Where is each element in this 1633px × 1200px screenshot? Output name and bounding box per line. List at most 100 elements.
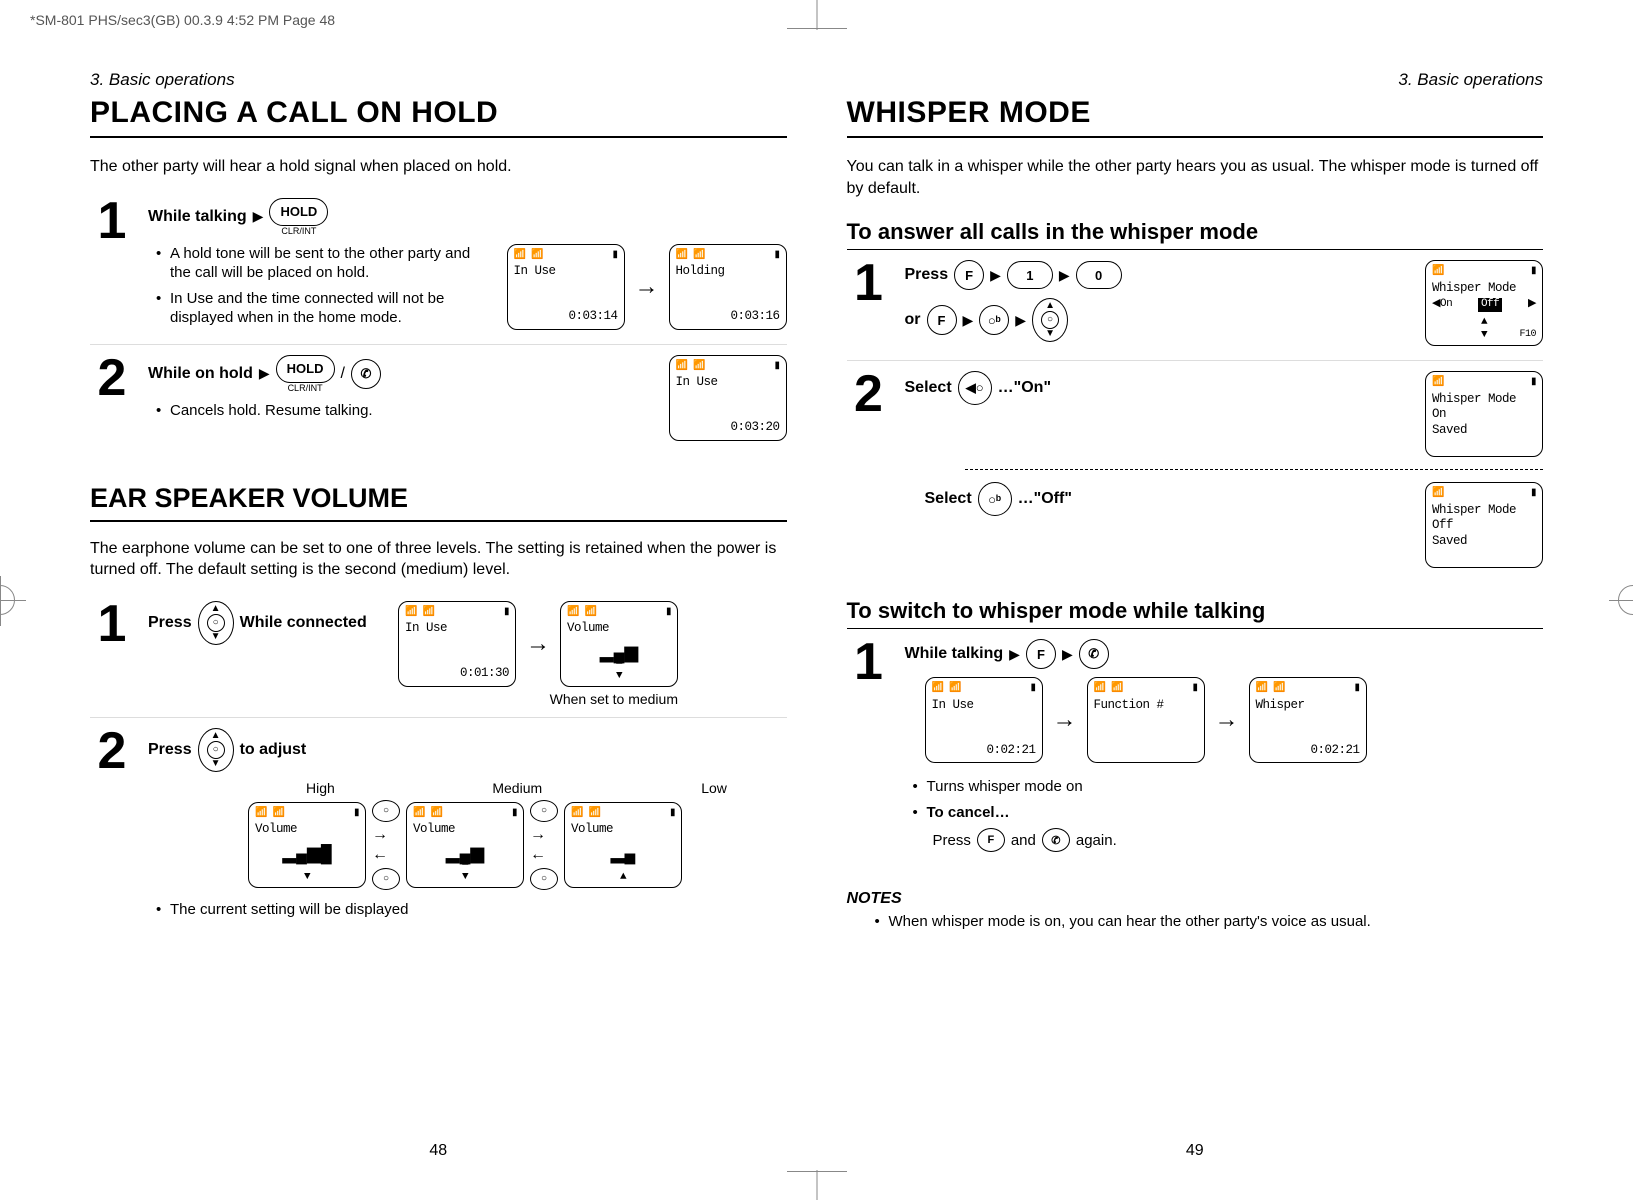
label-high: High [248,780,393,796]
step-number: 1 [847,639,891,686]
bullet: A hold tone will be sent to the other pa… [156,244,487,283]
notes-heading: NOTES [847,890,1544,908]
talk-step-1: 1 While talking ▶ F ▶ ✆ 📶 📶▮ In Use 0:02… [847,639,1544,870]
whisper-step-1: 1 Press F ▶ 1 ▶ 0 or F ▶ ○ᵇ [847,260,1544,361]
label: to adjust [240,741,307,759]
arrow-icon: → [526,630,550,658]
bullet: Cancels hold. Resume talking. [156,401,649,421]
f-key: F [954,260,984,290]
key-sublabel: CLR/INT [288,383,323,393]
label: Press [905,266,949,284]
divider [965,469,1544,470]
screen-in-use: 📶 📶▮ In Use 0:01:30 [398,601,516,687]
zero-key: 0 [1076,261,1122,289]
step-number: 2 [90,355,134,402]
intro-text: The earphone volume can be set to one of… [90,538,787,581]
arrow-icon: → [635,273,659,301]
f-key: F [927,305,957,335]
nav-up: ○ [530,800,558,822]
arrow-icon: → [1215,706,1239,734]
text: Press [933,832,971,849]
label: Press [148,614,192,632]
hold-key: HOLD [276,355,335,383]
step-number: 1 [90,198,134,245]
crop-mark [787,28,847,29]
chapter-label: 3. Basic operations [90,70,787,90]
step-number: 2 [90,728,134,775]
step-label: While on hold [148,365,253,383]
label: Select [905,379,952,397]
f-key: F [1026,639,1056,669]
page-number: 49 [1186,1142,1204,1160]
crop-mark [787,1171,847,1172]
screen-whisper: 📶 📶▮ Whisper 0:02:21 [1249,677,1367,763]
screen-volume-high: 📶 📶▮ Volume ▂▄▆█ ▼ [248,802,366,888]
one-key: 1 [1007,261,1053,289]
note: When whisper mode is on, you can hear th… [875,912,1544,932]
subheading: To answer all calls in the whisper mode [847,219,1544,250]
label-medium: Medium [445,780,590,796]
page-left: 3. Basic operations PLACING A CALL ON HO… [60,70,817,1150]
caption: When set to medium [398,691,678,707]
label: While connected [240,614,367,632]
up-down-key: ▲○▼ [198,728,234,772]
chapter-label: 3. Basic operations [847,70,1544,90]
label: Select [925,490,972,508]
label: Press [148,741,192,759]
text: and [1011,832,1036,849]
subheading: To switch to whisper mode while talking [847,598,1544,629]
bullet: Turns whisper mode on [913,777,1544,797]
arrow-icon: → [1053,706,1077,734]
nav-up: ○ [372,800,400,822]
left-nav-key: ◀○ [958,371,992,405]
hold-key: HOLD [269,198,328,226]
up-down-key: ▲○▼ [1032,298,1068,342]
ob-key: ○ᵇ [979,305,1009,335]
intro-text: The other party will hear a hold signal … [90,156,787,178]
step-number: 2 [847,371,891,418]
arrow-icon: ▶ [253,208,264,225]
right-nav-key: ○ᵇ [978,482,1012,516]
screen-volume-medium: 📶 📶▮ Volume ▂▄▆ ▲▼ [406,802,524,888]
text: again. [1076,832,1117,849]
screen-in-use: 📶 📶▮ In Use 0:03:14 [507,244,625,330]
screen-in-use: 📶 📶▮ In Use 0:02:21 [925,677,1043,763]
nav-down: ○ [372,868,400,890]
step-label: While talking [148,208,247,226]
page-right: 3. Basic operations WHISPER MODE You can… [817,70,1574,1150]
screen-volume-low: 📶 📶▮ Volume ▂▄ ▲ [564,802,682,888]
step-1: 1 While talking ▶ HOLD CLR/INT A hold to… [90,198,787,345]
nav-down: ○ [530,868,558,890]
key-sublabel: CLR/INT [281,226,316,236]
label: While talking [905,645,1004,663]
arrow-icon: ▶ [259,365,270,382]
intro-text: You can talk in a whisper while the othe… [847,156,1544,199]
step-number: 1 [90,601,134,648]
heading-placing-call-on-hold: PLACING A CALL ON HOLD [90,96,787,138]
bullet: To cancel… [913,803,1544,823]
heading-whisper-mode: WHISPER MODE [847,96,1544,138]
screen-whisper-select: 📶▮ Whisper Mode ◀On Off▶ ▲▼ F10 [1425,260,1543,346]
crop-mark [816,1170,817,1200]
call-key-icon: ✆ [351,359,381,389]
screen-in-use: 📶 📶▮ In Use 0:03:20 [669,355,787,441]
step-number: 1 [847,260,891,307]
label: …"On" [998,379,1051,397]
page-number: 48 [429,1142,447,1160]
screen-whisper-on-saved: 📶▮ Whisper Mode On Saved [1425,371,1543,457]
crop-mark [816,0,817,30]
call-key-icon: ✆ [1042,828,1070,852]
screen-volume: 📶 📶▮ Volume ▂▄▆ ▲▼ [560,601,678,687]
screen-holding: 📶 📶▮ Holding 0:03:16 [669,244,787,330]
volume-step-2: 2 Press ▲○▼ to adjust High Medium Low [90,728,787,936]
label: …"Off" [1018,490,1072,508]
label-low: Low [642,780,787,796]
call-key-icon: ✆ [1079,639,1109,669]
f-key: F [977,828,1005,852]
bullet: The current setting will be displayed [156,900,787,920]
up-down-key: ▲○▼ [198,601,234,645]
screen-whisper-off-saved: 📶▮ Whisper Mode Off Saved [1425,482,1543,568]
print-header: *SM-801 PHS/sec3(GB) 00.3.9 4:52 PM Page… [30,12,335,28]
whisper-step-2: 2 Select ◀○ …"On" 📶▮ Whisper Mode On Sav… [847,371,1544,578]
volume-step-1: 1 Press ▲○▼ While connected 📶 📶▮ [90,601,787,718]
